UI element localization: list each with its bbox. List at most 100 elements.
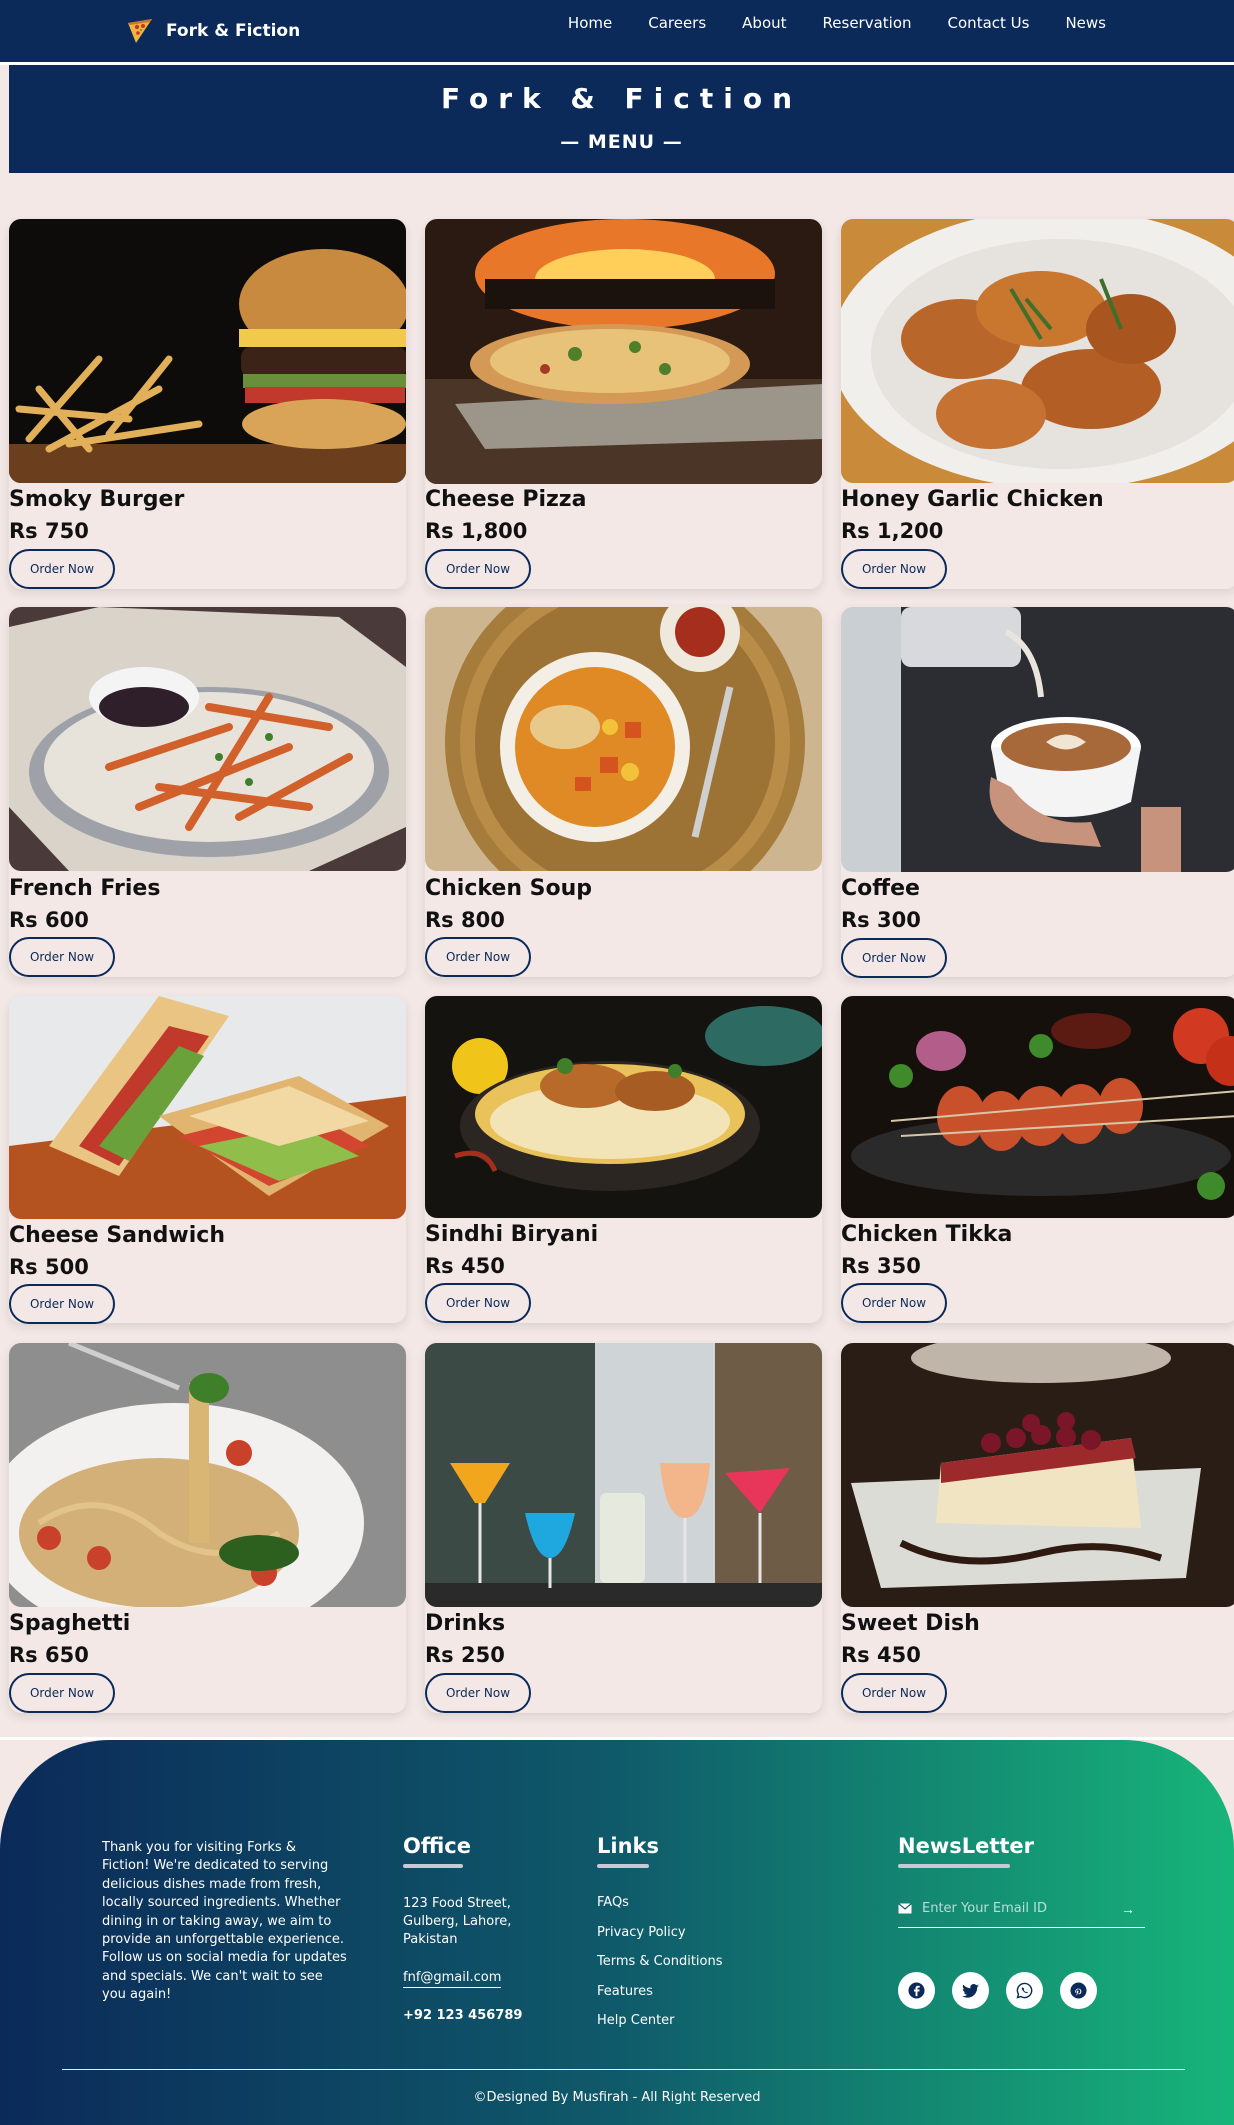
facebook-icon [908,1982,925,1999]
dish-price: Rs 500 [9,1255,89,1279]
list-item: Features [597,1984,723,2014]
dish-price: Rs 800 [425,908,505,932]
newsletter-form: → [898,1890,1145,1928]
office-address: 123 Food Street, Gulberg, Lahore, Pakist… [403,1896,512,1947]
office-email-link[interactable]: fnf@gmail.com [403,1970,502,1988]
dish-image-tikka [841,996,1234,1218]
office-phone: +92 123 456789 [403,2008,523,2023]
list-item: Terms & Conditions [597,1954,723,1984]
dish-name: Coffee [841,876,920,901]
dish-image-pizza [425,219,822,484]
dish-price: Rs 450 [841,1643,921,1667]
dish-image-coffee [841,607,1234,872]
dish-price: Rs 650 [9,1643,89,1667]
order-now-button[interactable]: Order Now [841,1283,947,1323]
dish-name: Chicken Soup [425,876,593,901]
order-now-button[interactable]: Order Now [841,1673,947,1713]
footer-link-terms[interactable]: Terms & Conditions [597,1954,723,1969]
dish-name: Chicken Tikka [841,1222,1013,1247]
order-now-button[interactable]: Order Now [9,549,115,589]
list-item: Help Center [597,2013,723,2043]
banner-subtitle: — MENU — [560,131,683,153]
nav-link-reservation[interactable]: Reservation [823,14,912,36]
whatsapp-icon [1016,1982,1033,1999]
footer-link-help-center[interactable]: Help Center [597,2013,675,2028]
links-underline [597,1864,649,1868]
order-now-button[interactable]: Order Now [9,937,115,977]
social-facebook-button[interactable] [898,1972,935,2009]
order-now-button[interactable]: Order Now [425,1283,531,1323]
pizza-slice-icon [128,19,152,43]
dish-name: Sindhi Biryani [425,1222,599,1247]
order-now-button[interactable]: Order Now [841,938,947,978]
order-now-button[interactable]: Order Now [425,549,531,589]
nav-links: Home Careers About Reservation Contact U… [568,14,1106,36]
menu-card: Chicken Tikka Rs 350 Order Now [841,996,1234,1323]
copyright-text: ©Designed By Musfirah - All Right Reserv… [473,2090,761,2105]
list-item: FAQs [597,1895,723,1925]
dish-price: Rs 250 [425,1643,505,1667]
menu-card: Spaghetti Rs 650 Order Now [9,1343,406,1713]
dish-image-sweet-dish [841,1343,1234,1607]
menu-banner: Fork & Fiction — MENU — [9,65,1234,173]
newsletter-underline [898,1864,1010,1868]
nav-link-news[interactable]: News [1065,14,1106,36]
dish-image-spaghetti [9,1343,406,1607]
dish-image-chicken [841,219,1234,483]
newsletter-title: NewsLetter [898,1834,1035,1858]
menu-card: Coffee Rs 300 Order Now [841,607,1234,978]
dish-price: Rs 750 [9,519,89,543]
menu-card: Cheese Pizza Rs 1,800 Order Now [425,219,822,589]
envelope-icon [898,1903,912,1914]
dish-price: Rs 450 [425,1254,505,1278]
site-footer: Thank you for visiting Forks & Fiction! … [0,1740,1234,2125]
social-whatsapp-button[interactable] [1006,1972,1043,2009]
footer-links-list: FAQs Privacy Policy Terms & Conditions F… [597,1895,723,2043]
dish-image-fries [9,607,406,871]
dish-name: Sweet Dish [841,1611,980,1636]
dish-name: Drinks [425,1611,506,1636]
nav-link-careers[interactable]: Careers [648,14,706,36]
footer-link-features[interactable]: Features [597,1984,653,1999]
arrow-right-icon: → [1121,1900,1135,1917]
dish-image-sandwich [9,996,406,1219]
dish-name: French Fries [9,876,161,901]
order-now-button[interactable]: Order Now [425,1673,531,1713]
order-now-button[interactable]: Order Now [425,937,531,977]
order-now-button[interactable]: Order Now [9,1673,115,1713]
footer-link-privacy-policy[interactable]: Privacy Policy [597,1925,686,1940]
footer-link-faqs[interactable]: FAQs [597,1895,629,1910]
footer-about-text: Thank you for visiting Forks & Fiction! … [102,1840,347,2003]
dish-price: Rs 350 [841,1254,921,1278]
dish-price: Rs 1,200 [841,519,944,543]
brand-name: Fork & Fiction [166,21,301,41]
dish-image-drinks [425,1343,822,1607]
dish-name: Honey Garlic Chicken [841,487,1104,512]
footer-divider [62,2069,1185,2070]
menu-card: Sindhi Biryani Rs 450 Order Now [425,996,822,1323]
nav-link-about[interactable]: About [742,14,786,36]
brand[interactable]: Fork & Fiction [124,14,300,48]
dish-name: Spaghetti [9,1611,131,1636]
menu-card: Honey Garlic Chicken Rs 1,200 Order Now [841,219,1234,589]
dish-price: Rs 1,800 [425,519,528,543]
office-title: Office [403,1834,471,1858]
order-now-button[interactable]: Order Now [841,549,947,589]
dish-name: Cheese Pizza [425,487,587,512]
dish-image-soup [425,607,822,871]
twitter-icon [962,1983,979,1998]
menu-card: Chicken Soup Rs 800 Order Now [425,607,822,977]
dish-image-biryani [425,996,822,1218]
dish-image-burger [9,219,406,483]
nav-link-home[interactable]: Home [568,14,612,36]
nav-link-contact-us[interactable]: Contact Us [948,14,1030,36]
social-pinterest-button[interactable] [1060,1972,1097,2009]
newsletter-email-input[interactable] [912,1901,1121,1916]
social-twitter-button[interactable] [952,1972,989,2009]
banner-title: Fork & Fiction [440,82,803,115]
newsletter-submit-button[interactable]: → [1121,1901,1145,1917]
menu-card: Cheese Sandwich Rs 500 Order Now [9,996,406,1324]
order-now-button[interactable]: Order Now [9,1284,115,1324]
top-navbar: Fork & Fiction Home Careers About Reserv… [0,0,1234,62]
dish-price: Rs 600 [9,908,89,932]
